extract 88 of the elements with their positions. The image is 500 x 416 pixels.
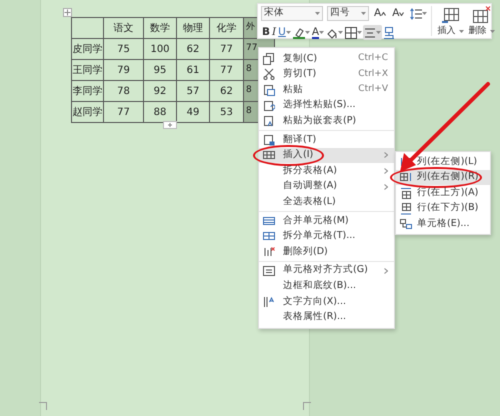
clipboard-icon xyxy=(263,115,275,128)
menu-item[interactable]: 单元格对齐方式(G) xyxy=(259,262,394,278)
table-cell: 95 xyxy=(144,60,176,80)
menu-item[interactable]: 边框和底纹(B)... xyxy=(259,278,394,294)
move-handle[interactable] xyxy=(63,8,72,17)
table-cell: 100 xyxy=(144,38,176,60)
caret-icon xyxy=(319,31,324,34)
document-icon xyxy=(263,134,275,146)
clipboard-icon xyxy=(263,100,275,112)
delete-button[interactable]: 删除 xyxy=(466,6,498,36)
delete-column-icon xyxy=(263,246,275,258)
menu-item[interactable]: 行(在上方)(A) xyxy=(396,185,490,201)
caret-icon xyxy=(490,30,496,34)
caret-icon xyxy=(304,31,310,34)
table-cell: 62 xyxy=(176,38,210,60)
table-cell: 皮同学 xyxy=(72,38,104,60)
menu-item[interactable]: 粘贴为嵌套表(P) xyxy=(259,113,394,129)
table-cell: 王同学 xyxy=(72,60,104,80)
caret-icon xyxy=(315,12,320,15)
menu-item[interactable]: 自动调整(A) xyxy=(259,178,394,194)
caret-icon xyxy=(286,31,291,34)
table-header-cell: 数学 xyxy=(144,18,176,38)
corner-mark xyxy=(39,402,47,410)
format-painter-button[interactable] xyxy=(382,25,396,40)
menu-item[interactable]: 拆分表格(A) xyxy=(259,163,394,179)
copy-icon xyxy=(263,52,275,65)
table-icon xyxy=(263,230,275,242)
table-cell: 李同学 xyxy=(72,80,104,102)
menu-item[interactable]: 拆分单元格(T)... xyxy=(259,228,394,244)
highlighter-icon xyxy=(292,26,305,38)
table-cell: 赵同学 xyxy=(72,102,104,122)
clipboard-icon xyxy=(263,84,275,96)
line-spacing-button[interactable] xyxy=(409,6,428,21)
table-header-cell: 物理 xyxy=(176,18,210,38)
align-center-icon xyxy=(364,26,376,38)
caret-icon xyxy=(376,31,382,34)
table-cell: 92 xyxy=(144,80,176,102)
table-header-cell: 语文 xyxy=(104,18,144,38)
underline-button[interactable]: U xyxy=(277,25,292,40)
line-spacing-icon xyxy=(410,8,422,20)
insert-button[interactable]: 插入 xyxy=(435,6,466,36)
caret-up-icon xyxy=(381,12,386,16)
delete-table-icon xyxy=(472,6,492,23)
add-row-handle[interactable] xyxy=(163,121,177,129)
caret-icon xyxy=(338,31,344,34)
menu-item[interactable]: 文字方向(X)... xyxy=(259,294,394,310)
brush-icon xyxy=(383,26,396,38)
menu-item[interactable]: 行(在下方)(B) xyxy=(396,200,490,216)
menu-item[interactable]: 全选表格(L) xyxy=(259,194,394,210)
corner-mark xyxy=(303,402,311,410)
insert-cell-icon xyxy=(400,218,412,230)
table-icon xyxy=(263,149,275,162)
align-icon xyxy=(263,264,275,277)
table-cell: 79 xyxy=(104,60,144,80)
table-icon xyxy=(263,214,275,227)
text-direction-icon xyxy=(263,296,275,308)
table-cell: 77 xyxy=(104,102,144,122)
table-cell: 75 xyxy=(104,38,144,60)
bold-button[interactable]: B xyxy=(261,25,272,40)
borders-icon xyxy=(345,26,358,38)
font-color-button[interactable]: A xyxy=(310,25,326,40)
table-cell: 49 xyxy=(176,102,210,122)
caret-icon xyxy=(361,12,366,15)
caret-icon xyxy=(459,30,464,34)
menu-item[interactable]: 删除列(D) xyxy=(259,244,394,260)
table-cell: 78 xyxy=(104,80,144,102)
table-cell: 57 xyxy=(176,80,210,102)
insert-column-icon xyxy=(400,171,412,184)
caret-icon xyxy=(422,12,428,15)
menu-item[interactable]: 翻译(T) xyxy=(259,132,394,148)
table-icon xyxy=(441,6,460,23)
caret-down-icon xyxy=(399,12,404,16)
font-name-dropdown[interactable]: 宋体 xyxy=(261,6,323,21)
menu-item[interactable]: 单元格(E)... xyxy=(396,216,490,232)
shrink-font-button[interactable]: A xyxy=(391,6,406,21)
menu-item[interactable]: 表格属性(R)... xyxy=(259,310,394,326)
paint-bucket-icon xyxy=(326,26,338,38)
borders-button[interactable] xyxy=(344,25,364,40)
align-button[interactable] xyxy=(363,25,382,40)
menu-item[interactable]: 合并单元格(M) xyxy=(259,212,394,229)
font-size-dropdown[interactable]: 四号 xyxy=(327,6,369,21)
italic-button[interactable]: I xyxy=(271,25,278,40)
insert-row-icon xyxy=(400,202,412,215)
scissors-icon xyxy=(263,68,275,80)
grow-font-button[interactable]: A xyxy=(373,6,388,21)
caret-icon xyxy=(357,31,362,34)
insert-row-icon xyxy=(400,186,412,199)
table-cell: 61 xyxy=(176,60,210,80)
